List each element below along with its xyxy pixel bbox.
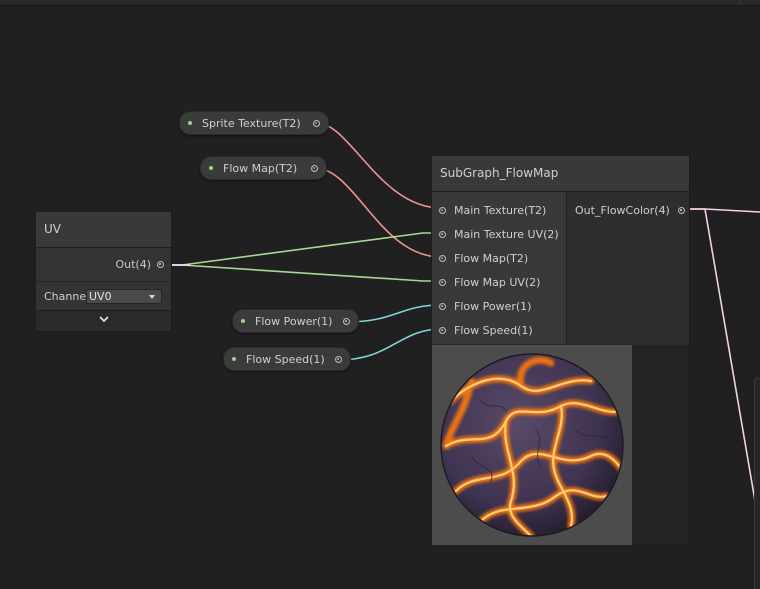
wire-flow-speed[interactable] xyxy=(338,328,442,361)
node-title[interactable]: SubGraph_FlowMap xyxy=(432,156,689,192)
input-label: Flow Map(T2) xyxy=(454,251,529,265)
node-preview[interactable] xyxy=(432,345,632,545)
wire-flow-map[interactable] xyxy=(314,167,442,258)
wire-uv-to-flow-uv[interactable] xyxy=(164,264,441,282)
float-port-icon[interactable] xyxy=(343,317,350,325)
property-label: Sprite Texture(T2) xyxy=(202,116,301,130)
node-ports: Main Texture(T2) Main Texture UV(2) Flow… xyxy=(432,192,689,344)
exposed-dot-icon xyxy=(188,121,192,125)
dropdown-arrow-icon xyxy=(149,294,155,299)
texture-port-icon[interactable] xyxy=(313,119,320,127)
lava-flow-sphere-preview xyxy=(440,353,624,537)
input-ports: Main Texture(T2) Main Texture UV(2) Flow… xyxy=(432,192,566,344)
vector4-port-icon[interactable] xyxy=(157,261,164,268)
input-label: Flow Speed(1) xyxy=(454,323,533,337)
uv-node[interactable]: UV Out(4) Channel UV0 xyxy=(35,211,172,332)
float-port-icon[interactable] xyxy=(439,302,446,310)
property-label: Flow Power(1) xyxy=(255,314,333,328)
input-flow-speed[interactable]: Flow Speed(1) xyxy=(432,318,533,342)
input-label: Flow Power(1) xyxy=(454,299,532,313)
channel-row: Channel UV0 xyxy=(36,282,171,310)
float-port-icon[interactable] xyxy=(335,355,342,363)
preview-side-panel xyxy=(632,345,689,545)
texture-port-icon[interactable] xyxy=(311,164,318,172)
chevron-down-icon xyxy=(98,315,109,322)
sprite-texture-property[interactable]: Sprite Texture(T2) xyxy=(179,111,329,135)
flow-map-property[interactable]: Flow Map(T2) xyxy=(200,156,327,180)
vector2-port-icon[interactable] xyxy=(439,278,446,286)
property-label: Flow Map(T2) xyxy=(223,161,298,175)
uv-output-row: Out(4) xyxy=(36,248,171,282)
channel-label: Channel xyxy=(44,289,86,303)
output-label: Out_FlowColor(4) xyxy=(575,203,670,217)
channel-value: UV0 xyxy=(89,289,112,303)
exposed-dot-icon xyxy=(232,357,236,361)
output-label: Out(4) xyxy=(115,258,151,271)
expand-button[interactable] xyxy=(36,310,171,326)
input-flow-map-uv[interactable]: Flow Map UV(2) xyxy=(432,270,540,294)
wire-out-flowcolor-b[interactable] xyxy=(683,208,760,531)
output-ports: Out_FlowColor(4) xyxy=(566,192,689,344)
node-title[interactable]: UV xyxy=(36,212,171,248)
property-label: Flow Speed(1) xyxy=(246,352,325,366)
subgraph-flowmap-node[interactable]: SubGraph_FlowMap Main Texture(T2) Main T… xyxy=(431,155,690,545)
input-main-texture-uv[interactable]: Main Texture UV(2) xyxy=(432,222,559,246)
flow-speed-property[interactable]: Flow Speed(1) xyxy=(223,347,351,371)
input-label: Flow Map UV(2) xyxy=(454,275,541,289)
input-flow-power[interactable]: Flow Power(1) xyxy=(432,294,531,318)
texture-port-icon[interactable] xyxy=(439,206,446,214)
input-label: Main Texture UV(2) xyxy=(454,227,559,241)
vector2-port-icon[interactable] xyxy=(439,230,446,238)
inspector-panel-edge xyxy=(754,378,760,589)
input-flow-map[interactable]: Flow Map(T2) xyxy=(432,246,528,270)
wire-uv-to-main-uv[interactable] xyxy=(164,232,441,266)
channel-dropdown[interactable]: UV0 xyxy=(86,288,162,304)
wire-sprite-texture[interactable] xyxy=(316,122,442,209)
output-flowcolor[interactable]: Out_FlowColor(4) xyxy=(575,198,685,222)
input-main-texture[interactable]: Main Texture(T2) xyxy=(432,198,546,222)
wire-flow-power[interactable] xyxy=(346,304,442,323)
exposed-dot-icon xyxy=(209,166,213,170)
exposed-dot-icon xyxy=(241,319,245,323)
input-label: Main Texture(T2) xyxy=(454,203,547,217)
flow-power-property[interactable]: Flow Power(1) xyxy=(232,309,359,333)
vector4-port-icon[interactable] xyxy=(677,206,685,214)
float-port-icon[interactable] xyxy=(439,326,446,334)
texture-port-icon[interactable] xyxy=(439,254,446,262)
